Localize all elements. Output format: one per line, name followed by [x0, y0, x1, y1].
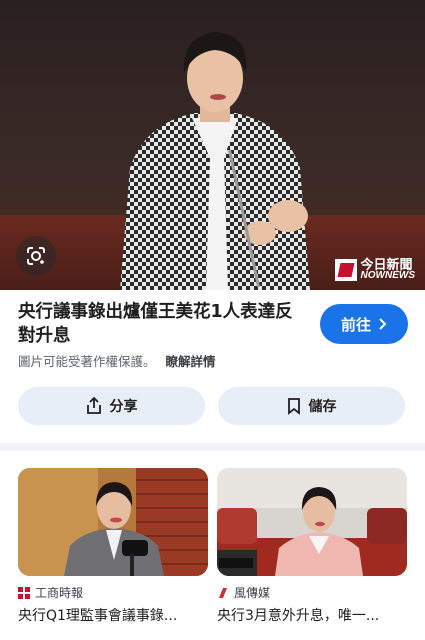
- related-source-name: 工商時報: [35, 586, 84, 600]
- related-source-name: 風傳媒: [234, 586, 271, 600]
- related-title[interactable]: 央行Q1理監事會議事錄...: [18, 605, 208, 625]
- section-divider: [0, 443, 425, 451]
- save-button[interactable]: 儲存: [218, 387, 405, 425]
- related-thumbnail[interactable]: [217, 468, 407, 576]
- nownews-logo-icon: [334, 258, 357, 281]
- related-source: 工商時報: [18, 584, 208, 601]
- ctee-logo-icon: [18, 586, 30, 599]
- chevron-right-icon: [379, 318, 387, 330]
- share-icon: [86, 397, 101, 414]
- copyright-text: 圖片可能受著作權保護。: [18, 354, 156, 369]
- visit-button[interactable]: 前往: [320, 304, 408, 344]
- nownews-watermark: 今日新聞 NOWNEWS: [334, 258, 415, 281]
- share-button[interactable]: 分享: [18, 387, 205, 425]
- related-card[interactable]: 工商時報 央行Q1理監事會議事錄...: [18, 468, 208, 625]
- result-title[interactable]: 央行議事錄出爐僅王美花1人表達反對升息: [18, 300, 308, 348]
- related-title[interactable]: 央行3月意外升息，唯一...: [217, 605, 407, 625]
- learn-more-link[interactable]: 瞭解詳情: [166, 351, 216, 370]
- bookmark-icon: [287, 397, 300, 415]
- hero-person-illustration: [120, 32, 310, 290]
- hero-image[interactable]: 今日新聞 NOWNEWS: [0, 0, 425, 290]
- related-card[interactable]: 風傳媒 央行3月意外升息，唯一...: [217, 468, 407, 625]
- share-label: 分享: [109, 399, 138, 415]
- watermark-en: NOWNEWS: [360, 270, 415, 281]
- related-source: 風傳媒: [217, 584, 407, 601]
- google-lens-icon[interactable]: [16, 236, 56, 276]
- storm-media-logo-icon: [219, 587, 227, 598]
- related-thumbnail[interactable]: [18, 468, 208, 576]
- copyright-notice: 圖片可能受著作權保護。 瞭解詳情: [18, 351, 216, 370]
- save-label: 儲存: [308, 399, 337, 415]
- visit-label: 前往: [340, 315, 371, 334]
